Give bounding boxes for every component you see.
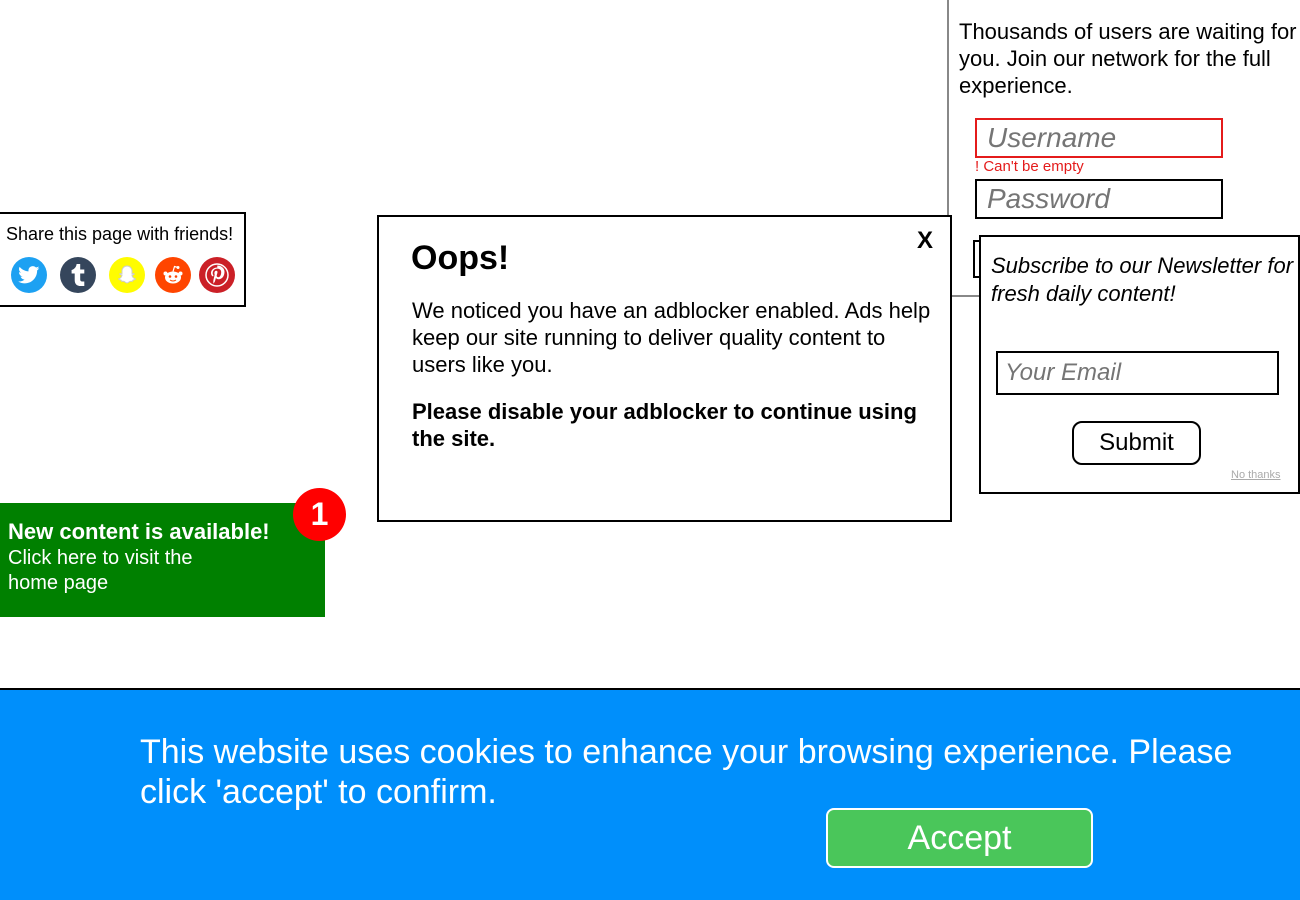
accept-button[interactable]: Accept [826,808,1093,868]
tumblr-icon[interactable] [60,257,96,293]
password-field[interactable] [975,179,1223,219]
adblock-modal: Oops! X We noticed you have an adblocker… [377,215,952,522]
email-field[interactable] [996,351,1279,395]
share-title: Share this page with friends! [6,224,234,244]
modal-message: We noticed you have an adblocker enabled… [412,298,931,377]
cookie-banner: This website uses cookies to enhance you… [0,688,1300,900]
close-button[interactable]: X [917,227,933,255]
cookie-message: This website uses cookies to enhance you… [140,733,1233,811]
reddit-icon[interactable] [155,257,191,293]
username-error-message: ! Can't be empty [975,158,1084,175]
newsletter-popup: Subscribe to our Newsletter for fresh da… [979,235,1300,494]
pinterest-icon[interactable] [199,257,235,293]
signup-description: Thousands of users are waiting for you. … [959,19,1297,98]
newsletter-description: Subscribe to our Newsletter for fresh da… [991,253,1294,306]
notification-count-badge: 1 [293,488,346,541]
notification-title: New content is available! [8,519,270,544]
new-content-notification[interactable]: New content is available! Click here to … [0,503,325,617]
twitter-icon[interactable] [11,257,47,293]
submit-button[interactable]: Submit [1072,421,1201,465]
share-box: Share this page with friends! [0,212,246,307]
no-thanks-link[interactable]: No thanks [1231,469,1281,481]
snapchat-icon[interactable] [109,257,145,293]
username-field[interactable] [975,118,1223,158]
modal-title: Oops! [411,239,510,277]
notification-message: Click here to visit the home page [8,547,193,594]
modal-instruction: Please disable your adblocker to continu… [412,399,917,451]
